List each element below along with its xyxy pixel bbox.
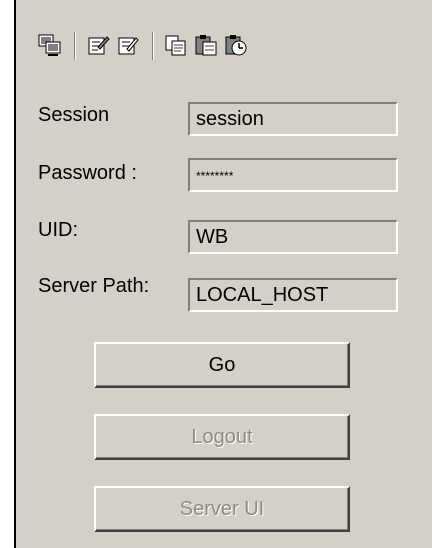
- server-ui-button[interactable]: Server UI: [94, 486, 350, 532]
- password-label: Password :: [38, 162, 137, 184]
- paste-icon[interactable]: [194, 33, 218, 57]
- toolbar: [38, 30, 358, 60]
- console-icon[interactable]: [38, 33, 62, 57]
- edit-properties-icon[interactable]: [86, 33, 110, 57]
- uid-label: UID:: [38, 219, 78, 241]
- session-label: Session: [38, 104, 110, 126]
- schedule-icon[interactable]: [224, 33, 248, 57]
- copy-icon[interactable]: [164, 33, 188, 57]
- edit-properties-alt-icon[interactable]: [116, 33, 140, 57]
- password-field[interactable]: [188, 158, 398, 192]
- server-path-field[interactable]: [188, 278, 398, 312]
- logout-button[interactable]: Logout: [94, 414, 350, 460]
- uid-field[interactable]: [188, 220, 398, 254]
- session-field[interactable]: [188, 102, 398, 136]
- server-path-label: Server Path:: [38, 275, 150, 297]
- session-panel: Session Password : UID: Server Path: Go …: [14, 0, 432, 548]
- toolbar-separator: [74, 32, 76, 60]
- go-button[interactable]: Go: [94, 342, 350, 388]
- toolbar-separator: [152, 32, 154, 60]
